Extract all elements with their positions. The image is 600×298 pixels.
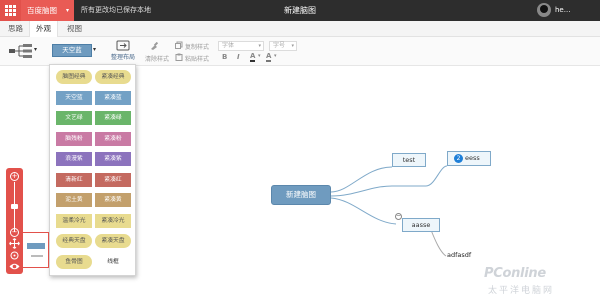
minimap[interactable] xyxy=(23,232,49,268)
theme-option[interactable]: 线框 xyxy=(95,254,131,269)
font-color-button[interactable]: A xyxy=(250,53,256,62)
tab-view[interactable]: 视图 xyxy=(61,21,88,37)
paste-icon xyxy=(175,53,183,61)
zoom-in-button[interactable]: + xyxy=(10,172,19,181)
theme-dropdown: 脑图经典 紧凑经典 天空蓝 紧凑蓝 文艺绿 紧凑绿 脑残粉 紧凑粉 浪漫紫 紧凑紫 清新红 紧凑红 泥土… xyxy=(49,64,136,276)
italic-button[interactable]: I xyxy=(237,53,240,61)
watermark-logo: PConline xyxy=(484,266,546,281)
appearance-toolbar: ▾ 天空蓝 ▾ 整理布局 清除样式 复制样式 粘贴样式 字体 ▾ 字号 ▾ B … xyxy=(0,37,600,66)
chevron-down-icon: ▾ xyxy=(258,43,261,49)
copy-style-button[interactable]: 复制样式 xyxy=(185,42,209,51)
clear-style-button[interactable]: 清除样式 xyxy=(145,54,169,63)
save-status: 所有更改均已保存本地 xyxy=(81,6,151,14)
document-title[interactable]: 新建脑图 xyxy=(200,0,400,21)
locate-icon[interactable] xyxy=(9,250,20,261)
mindmap-node[interactable]: 2 eess xyxy=(447,151,491,166)
font-family-placeholder: 字体 xyxy=(222,42,235,49)
font-size-select[interactable]: 字号 ▾ xyxy=(269,41,297,51)
theme-option[interactable]: 紧凑红 xyxy=(95,172,131,187)
theme-option[interactable]: 紧凑绿 xyxy=(95,111,131,125)
theme-option[interactable]: 脑残粉 xyxy=(56,131,92,146)
tab-idea[interactable]: 思路 xyxy=(2,21,29,37)
node-label: test xyxy=(402,156,416,164)
mindmap-node[interactable]: aasse xyxy=(402,218,440,232)
chevron-down-icon: ▾ xyxy=(291,43,294,49)
chevron-down-icon[interactable]: ▾ xyxy=(274,53,277,59)
theme-option[interactable]: 紧凑冷光 xyxy=(95,213,131,228)
theme-option[interactable]: 鱼骨图 xyxy=(56,254,92,269)
chevron-down-icon: ▾ xyxy=(65,7,69,14)
top-bar: 百度脑图 ▾ 所有更改均已保存本地 新建脑图 he... xyxy=(0,0,600,21)
avatar[interactable] xyxy=(537,3,551,17)
zoom-toolbar: + − xyxy=(6,168,23,274)
chevron-down-icon[interactable]: ▾ xyxy=(93,46,96,53)
mindmap-node[interactable]: test xyxy=(392,153,426,167)
copy-icon xyxy=(175,41,183,49)
minimap-branch xyxy=(31,255,43,257)
chevron-down-icon[interactable]: ▾ xyxy=(258,53,261,59)
collapse-toggle[interactable]: − xyxy=(395,213,402,220)
theme-option[interactable]: 经典天盘 xyxy=(56,234,92,248)
minimap-root xyxy=(27,243,45,249)
font-size-placeholder: 字号 xyxy=(273,42,286,49)
arrange-layout-label: 整理布局 xyxy=(110,54,135,61)
brush-icon[interactable] xyxy=(150,42,158,50)
background-color-button[interactable]: A xyxy=(266,53,272,62)
node-label: eess xyxy=(465,154,480,162)
chevron-down-icon[interactable]: ▾ xyxy=(34,46,37,53)
tab-appearance[interactable]: 外观 xyxy=(29,21,58,38)
theme-option[interactable]: 紧凑天盘 xyxy=(95,234,131,248)
zoom-out-button[interactable]: − xyxy=(10,228,19,237)
zoom-slider-handle[interactable] xyxy=(11,204,18,209)
theme-option[interactable]: 清新红 xyxy=(56,172,92,187)
arrange-layout-button[interactable]: 整理布局 xyxy=(108,40,138,64)
theme-option[interactable]: 紧凑黄 xyxy=(95,193,131,207)
theme-option[interactable]: 泥土黄 xyxy=(56,193,92,207)
move-icon[interactable] xyxy=(9,238,20,249)
theme-option[interactable]: 紧凑粉 xyxy=(95,131,131,146)
theme-option[interactable]: 天空蓝 xyxy=(56,90,92,105)
paste-style-button[interactable]: 粘贴样式 xyxy=(185,54,209,63)
structure-icon[interactable] xyxy=(8,43,34,59)
theme-option[interactable]: 紧凑蓝 xyxy=(95,90,131,105)
watermark-text: 太平洋电脑网 xyxy=(488,286,555,296)
root-node[interactable]: 新建脑图 xyxy=(271,185,331,205)
theme-option[interactable]: 紧凑紫 xyxy=(95,152,131,166)
font-family-select[interactable]: 字体 ▾ xyxy=(218,41,264,51)
brand-label: 百度脑图 xyxy=(27,6,57,15)
theme-option[interactable]: 温柔冷光 xyxy=(56,213,92,228)
theme-option[interactable]: 文艺绿 xyxy=(56,111,92,125)
priority-badge: 2 xyxy=(454,153,463,163)
brand-menu-button[interactable]: 百度脑图 ▾ xyxy=(21,0,74,21)
theme-option[interactable]: 紧凑经典 xyxy=(95,70,131,84)
ribbon-tabs: 思路 外观 视图 xyxy=(0,21,600,38)
theme-option[interactable]: 浪漫紫 xyxy=(56,152,92,166)
eye-icon[interactable] xyxy=(9,261,20,272)
bold-button[interactable]: B xyxy=(222,53,227,61)
mindmap-leaf-node[interactable]: adfasdf xyxy=(447,251,471,259)
theme-option[interactable]: 脑图经典 xyxy=(56,70,92,84)
theme-select-button[interactable]: 天空蓝 xyxy=(52,44,92,57)
user-name[interactable]: he... xyxy=(555,0,570,21)
arrange-layout-icon xyxy=(116,40,130,51)
app-grid-icon[interactable] xyxy=(0,0,21,21)
node-label: aasse xyxy=(411,221,431,229)
